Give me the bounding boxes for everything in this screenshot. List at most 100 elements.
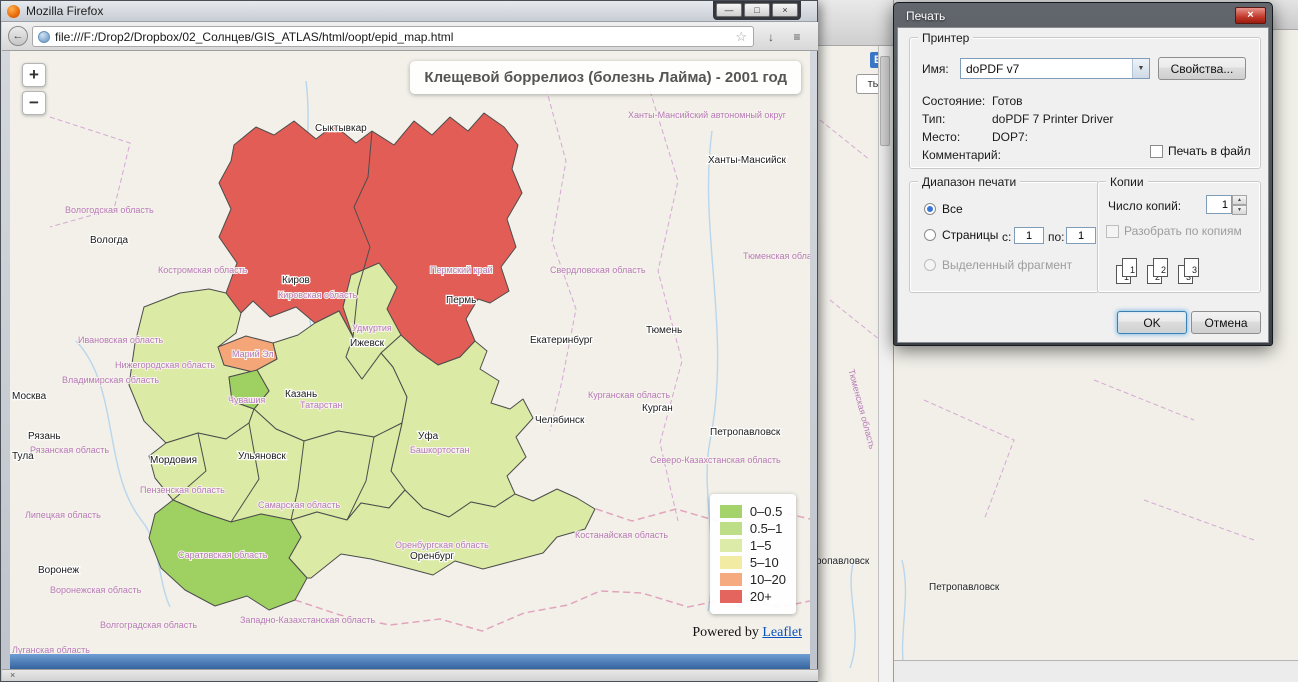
printer-group-label: Принтер [918,31,973,45]
type-label: Тип: [922,112,945,126]
radio-dot[interactable] [924,229,936,241]
range-all-label: Все [942,202,963,216]
oblast-label: Свердловская область [550,265,646,275]
legend-row: 1–5 [720,538,786,553]
legend: 0–0.50.5–11–55–1010–2020+ [710,494,796,614]
checkbox-box[interactable] [1150,145,1163,158]
oblast-label: Костромская область [158,265,248,275]
url-text[interactable]: file:///F:/Drop2/Dropbox/02_Солнцев/GIS_… [55,30,729,44]
where-label: Место: [922,130,960,144]
copies-count-input[interactable] [1206,195,1232,214]
spinner-up-icon[interactable]: ▲ [1232,195,1247,205]
oblast-label: Ивановская область [78,335,163,345]
map-viewport[interactable]: Ханты-Мансийский автономный округВологод… [10,51,810,654]
collate-page: 3 [1184,258,1199,277]
printer-name-value: doPDF v7 [961,62,1132,76]
oblast-label: Чувашия [228,395,265,405]
city-label: Киров [282,275,310,286]
print-to-file-checkbox[interactable]: Печать в файл [1150,144,1251,158]
firefox-titlebar[interactable]: Mozilla Firefox — □ × [1,1,817,22]
printer-name-label: Имя: [922,62,949,76]
downloads-icon[interactable]: ↓ [762,28,780,46]
range-pages-radio[interactable]: Страницы [924,228,998,242]
city-label: Ханты-Мансийск [708,155,787,166]
scrollbar-thumb[interactable] [880,56,890,146]
firefox-window: Mozilla Firefox — □ × ← file:///F:/Drop2… [0,0,818,682]
firefox-icon [7,5,20,18]
city-label: Сыктывкар [315,123,367,134]
desktop: В ть Тюменская область ропавловск Петроп… [0,0,1298,682]
oblast-label: Вологодская область [65,205,154,215]
range-selection-label: Выделенный фрагмент [942,258,1072,272]
oblast-label: Саратовская область [178,550,268,560]
range-all-radio[interactable]: Все [924,202,963,216]
city-label: Петропавловск [710,427,781,438]
close-button[interactable]: × [772,3,798,17]
oblast-label: Марий Эл [232,349,274,359]
range-selection-radio: Выделенный фрагмент [924,258,1072,272]
city-label: Оренбург [410,550,454,562]
status-value: Готов [992,94,1023,108]
chevron-down-icon[interactable]: ▼ [1132,59,1149,78]
legend-swatch [720,590,742,603]
pages-to-label: по: [1048,230,1065,244]
status-label: Состояние: [922,94,985,108]
print-range-group-label: Диапазон печати [918,175,1020,189]
legend-swatch [720,505,742,518]
pages-from-input[interactable] [1014,227,1044,244]
oblast-label: Волгоградская область [100,620,197,630]
legend-swatch [720,573,742,586]
cancel-button[interactable]: Отмена [1191,311,1261,334]
leaflet-link[interactable]: Leaflet [762,625,802,640]
legend-label: 0.5–1 [750,521,783,536]
zoom-out-button[interactable]: − [22,91,46,115]
find-bar-close-icon[interactable]: × [10,670,15,681]
print-dialog-close-button[interactable]: × [1235,7,1266,24]
radio-dot[interactable] [924,203,936,215]
page-footer-bar [10,654,810,669]
background-window-a: В ть Тюменская область ропавловск [810,0,895,682]
collate-icon: 112233 [1116,244,1248,284]
leaflet-map[interactable]: Ханты-Мансийский автономный округВологод… [10,51,810,654]
url-bar[interactable]: file:///F:/Drop2/Dropbox/02_Солнцев/GIS_… [32,26,754,47]
city-label: Уфа [418,430,439,442]
oblast-label: Курганская область [588,390,670,400]
printer-name-combobox[interactable]: doPDF v7 ▼ [960,58,1150,79]
pages-to-input[interactable] [1066,227,1096,244]
maximize-button[interactable]: □ [744,3,770,17]
print-dialog-body: Принтер Имя: doPDF v7 ▼ Свойства... Сост… [897,27,1269,343]
city-label: Воронеж [38,565,79,576]
bookmarks-menu-icon[interactable]: ≡ [788,28,806,46]
ok-button[interactable]: OK [1117,311,1187,334]
oblast-label: Луганская область [12,645,90,654]
type-value: doPDF 7 Printer Driver [992,112,1113,126]
bookmark-star-icon[interactable]: ☆ [735,29,747,45]
print-range-group: Диапазон печати Все Страницы с: по: Выде… [909,181,1099,293]
city-label: Казань [285,389,317,400]
oblast-label: Западно-Казахстанская область [240,615,375,625]
scrollbar[interactable] [878,46,891,682]
spinner-down-icon[interactable]: ▼ [1232,205,1247,215]
site-identity-globe-icon[interactable] [38,31,50,43]
window-controls: — □ × [713,1,801,20]
print-dialog-title: Печать [906,9,945,23]
copies-count-label: Число копий: [1108,199,1181,213]
zoom-control: + − [22,63,48,119]
oblast-label: Нижегородская область [115,360,215,370]
properties-button[interactable]: Свойства... [1158,57,1246,80]
legend-label: 10–20 [750,572,786,587]
city-label: Челябинск [535,414,585,426]
zoom-in-button[interactable]: + [22,63,46,87]
city-label: Ульяновск [238,451,286,462]
legend-swatch [720,539,742,552]
legend-row: 0–0.5 [720,504,786,519]
oblast-label: Татарстан [300,400,342,410]
where-value: DOP7: [992,130,1028,144]
legend-row: 5–10 [720,555,786,570]
window-title: Mozilla Firefox [26,4,103,18]
copies-count-spinner[interactable]: ▲ ▼ [1206,195,1247,214]
back-button[interactable]: ← [8,26,28,46]
minimize-button[interactable]: — [716,3,742,17]
pages-from-label: с: [1002,230,1011,244]
print-dialog-titlebar[interactable]: Печать × [897,6,1269,27]
